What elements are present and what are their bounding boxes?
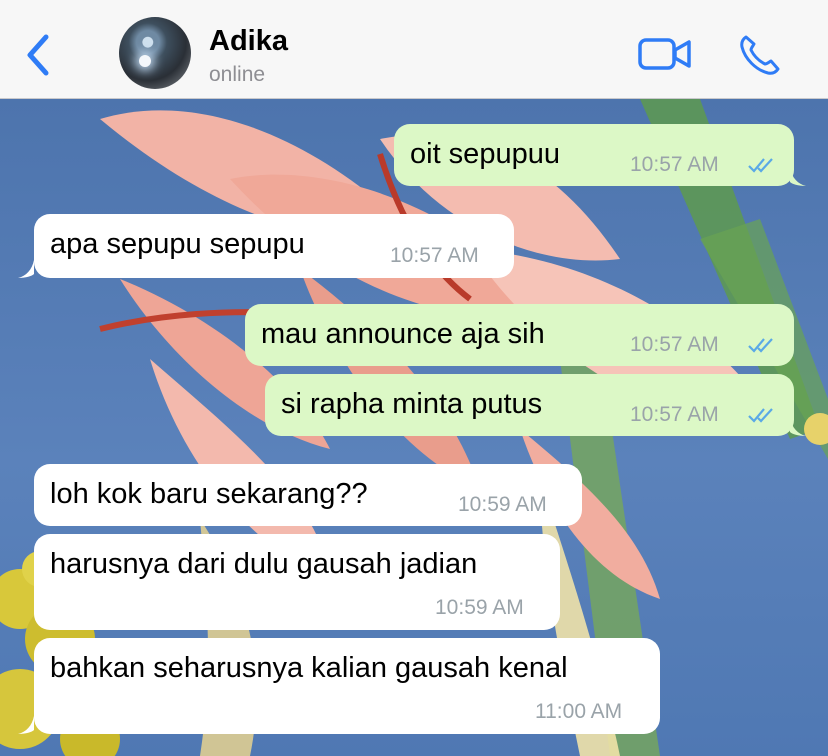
- message-bubble-outgoing[interactable]: mau announce aja sih 10:57 AM: [245, 304, 794, 366]
- message-bubble-outgoing[interactable]: si rapha minta putus 10:57 AM: [265, 374, 794, 436]
- message-text: loh kok baru sekarang??: [50, 478, 368, 510]
- message-time: 10:59 AM: [458, 493, 547, 516]
- chevron-left-icon[interactable]: [22, 31, 56, 79]
- message-text: si rapha minta putus: [281, 388, 543, 420]
- message-text: mau announce aja sih: [261, 318, 545, 350]
- contact-name[interactable]: Adika: [209, 25, 288, 58]
- message-bubble-incoming[interactable]: apa sepupu sepupu 10:57 AM: [34, 214, 514, 278]
- message-bubble-incoming[interactable]: harusnya dari dulu gausah jadian 10:59 A…: [34, 534, 560, 630]
- double-check-icon: [748, 338, 773, 353]
- message-bubble-outgoing[interactable]: oit sepupuu 10:57 AM: [394, 124, 794, 186]
- avatar[interactable]: [119, 17, 191, 89]
- message-time: 10:57 AM: [630, 153, 719, 176]
- phone-icon[interactable]: [738, 33, 782, 77]
- video-camera-icon[interactable]: [638, 36, 692, 72]
- double-check-icon: [748, 408, 773, 423]
- contact-status: online: [209, 63, 266, 86]
- message-time: 10:57 AM: [630, 403, 719, 426]
- message-time: 11:00 AM: [535, 700, 623, 723]
- message-bubble-incoming[interactable]: bahkan seharusnya kalian gausah kenal 11…: [34, 638, 660, 734]
- message-time: 10:59 AM: [435, 596, 524, 619]
- message-text: bahkan seharusnya kalian gausah kenal: [50, 652, 568, 684]
- message-time: 10:57 AM: [390, 244, 479, 267]
- bubble-tail: [18, 716, 34, 734]
- message-time: 10:57 AM: [630, 333, 719, 356]
- bubble-tail: [18, 260, 34, 278]
- message-bubble-incoming[interactable]: loh kok baru sekarang?? 10:59 AM: [34, 464, 582, 526]
- double-check-icon: [748, 158, 773, 173]
- chat-header: Adika online: [0, 0, 828, 99]
- message-text: apa sepupu sepupu: [50, 228, 305, 260]
- message-text: oit sepupuu: [410, 138, 560, 170]
- message-text: harusnya dari dulu gausah jadian: [50, 548, 478, 580]
